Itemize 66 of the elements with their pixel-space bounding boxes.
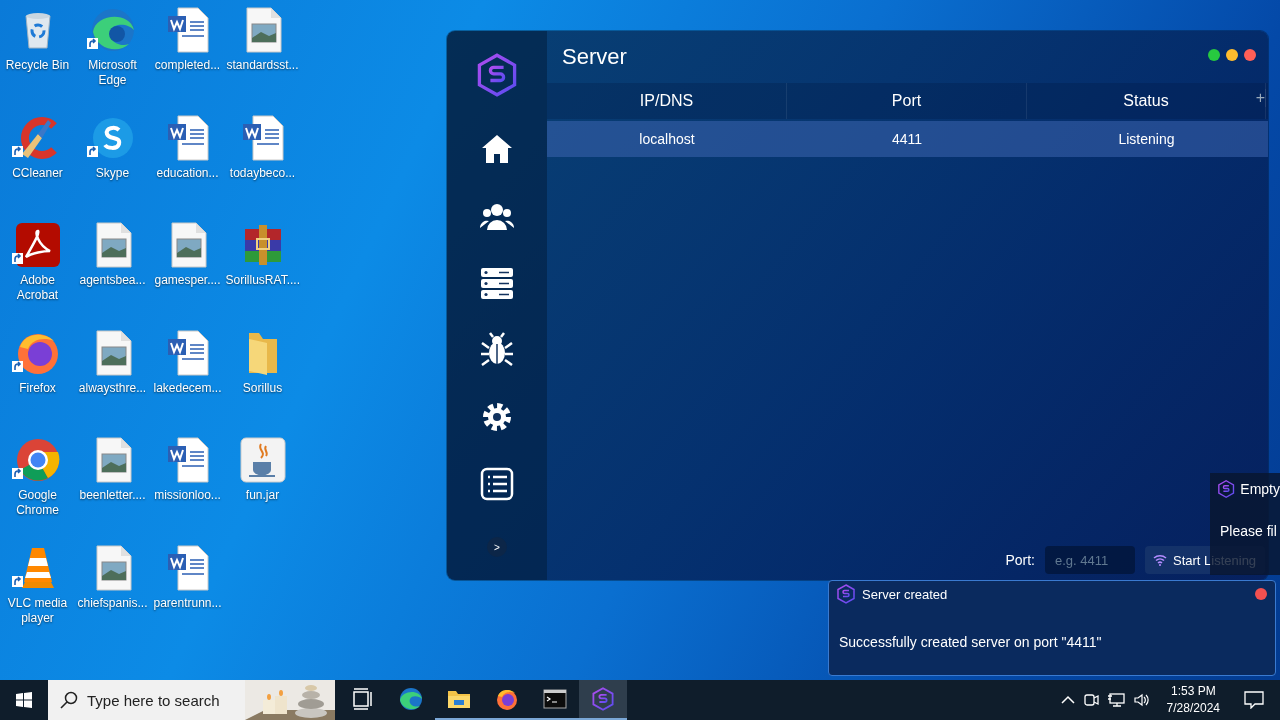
app-logo-icon (475, 53, 519, 97)
clock-time[interactable]: 1:53 PM (1170, 683, 1216, 700)
app-logo-icon (836, 584, 856, 604)
desktop-icon-label[interactable]: Recycle Bin (0, 58, 75, 73)
table-cell-text: 4411 (890, 130, 924, 149)
wifi-icon (1153, 554, 1167, 566)
notification-title: Empty (1240, 481, 1280, 497)
desktop-icon-label[interactable]: todaybeco... (225, 165, 300, 181)
column-header[interactable]: Port (787, 83, 1027, 119)
start-button[interactable] (16, 692, 32, 708)
expand-button[interactable]: > (487, 537, 507, 557)
fox-globe-icon (495, 687, 519, 711)
add-button[interactable]: + (1255, 89, 1266, 107)
desktop-icon-label[interactable]: lakedecem... (150, 380, 225, 396)
page-title: Server (562, 44, 627, 70)
task-view-icon (351, 687, 375, 711)
terminal-icon (543, 687, 567, 711)
desktop-icon-label[interactable]: CCleaner (0, 165, 75, 181)
desktop-icon-label[interactable]: VLC media player (0, 595, 75, 626)
table-row[interactable]: localhost 4411 Listening (547, 121, 1268, 157)
desktop-icon-label[interactable]: missionloo... (150, 488, 225, 503)
search-icon (60, 691, 78, 709)
search-bar[interactable]: Type here to search (48, 680, 335, 720)
table-cell-text: Listening (1117, 130, 1176, 149)
desktop-icon-label[interactable]: alwaysthre... (75, 380, 150, 396)
close-button[interactable] (1255, 588, 1267, 600)
desktop-icon-label[interactable]: Firefox (0, 380, 75, 396)
clock-date[interactable]: 7/28/2024 (1166, 700, 1220, 717)
maximize-button[interactable] (1208, 49, 1220, 61)
desktop-icon-label[interactable]: Microsoft Edge (75, 58, 150, 88)
close-button[interactable] (1244, 49, 1256, 61)
notification-message: Please fil (1219, 523, 1278, 539)
pdf-app-icon[interactable] (13, 221, 62, 269)
desktop-icon-label[interactable]: Sorillus (225, 380, 300, 396)
desktop-icon-label[interactable]: SorillusRAT.... (225, 273, 300, 288)
notification-icon[interactable] (1244, 691, 1264, 709)
desktop-icon-label[interactable]: agentsbea... (75, 273, 150, 288)
port-field[interactable]: e.g. 4411 (1045, 546, 1135, 574)
desktop-icon-label[interactable]: education... (150, 165, 225, 181)
desktop-icon-label[interactable]: gamesper.... (150, 273, 225, 288)
swirl-logo-icon (399, 687, 423, 711)
port-label: Port: (1005, 552, 1035, 568)
app-logo-icon (1217, 479, 1236, 499)
table-cell-text: localhost (638, 130, 696, 149)
desktop-icon-label[interactable]: standardsst... (225, 58, 300, 73)
desktop-icon-label[interactable]: beenletter.... (75, 488, 150, 503)
notification-title: Server created (862, 586, 948, 602)
desktop-icon-label[interactable]: completed... (150, 58, 225, 73)
desktop-icon-label[interactable]: Adobe Acrobat (0, 273, 75, 303)
bug-icon[interactable] (479, 332, 515, 368)
column-header[interactable]: IP/DNS (547, 83, 787, 119)
camera-icon[interactable] (1082, 692, 1099, 708)
coffee-cup-icon[interactable] (238, 436, 287, 484)
notification-message: Successfully created server on port "4411" (838, 634, 1103, 650)
minimize-button[interactable] (1226, 49, 1238, 61)
desktop-icon-label[interactable]: chiefspanis... (75, 595, 150, 611)
app-logo-icon (591, 687, 615, 711)
chevron-up-icon[interactable] (1060, 695, 1075, 705)
volume-icon[interactable] (1132, 692, 1151, 708)
desktop-icon-label[interactable]: Google Chrome (0, 488, 75, 518)
network-icon[interactable] (1106, 692, 1125, 708)
desktop-icon-label[interactable]: parentrunn... (150, 595, 225, 611)
server-list-icon[interactable] (479, 265, 515, 301)
desktop-icon-label[interactable]: Skype (75, 165, 150, 181)
list-icon[interactable] (479, 466, 515, 502)
desktop-icon-label[interactable]: fun.jar (225, 488, 300, 503)
